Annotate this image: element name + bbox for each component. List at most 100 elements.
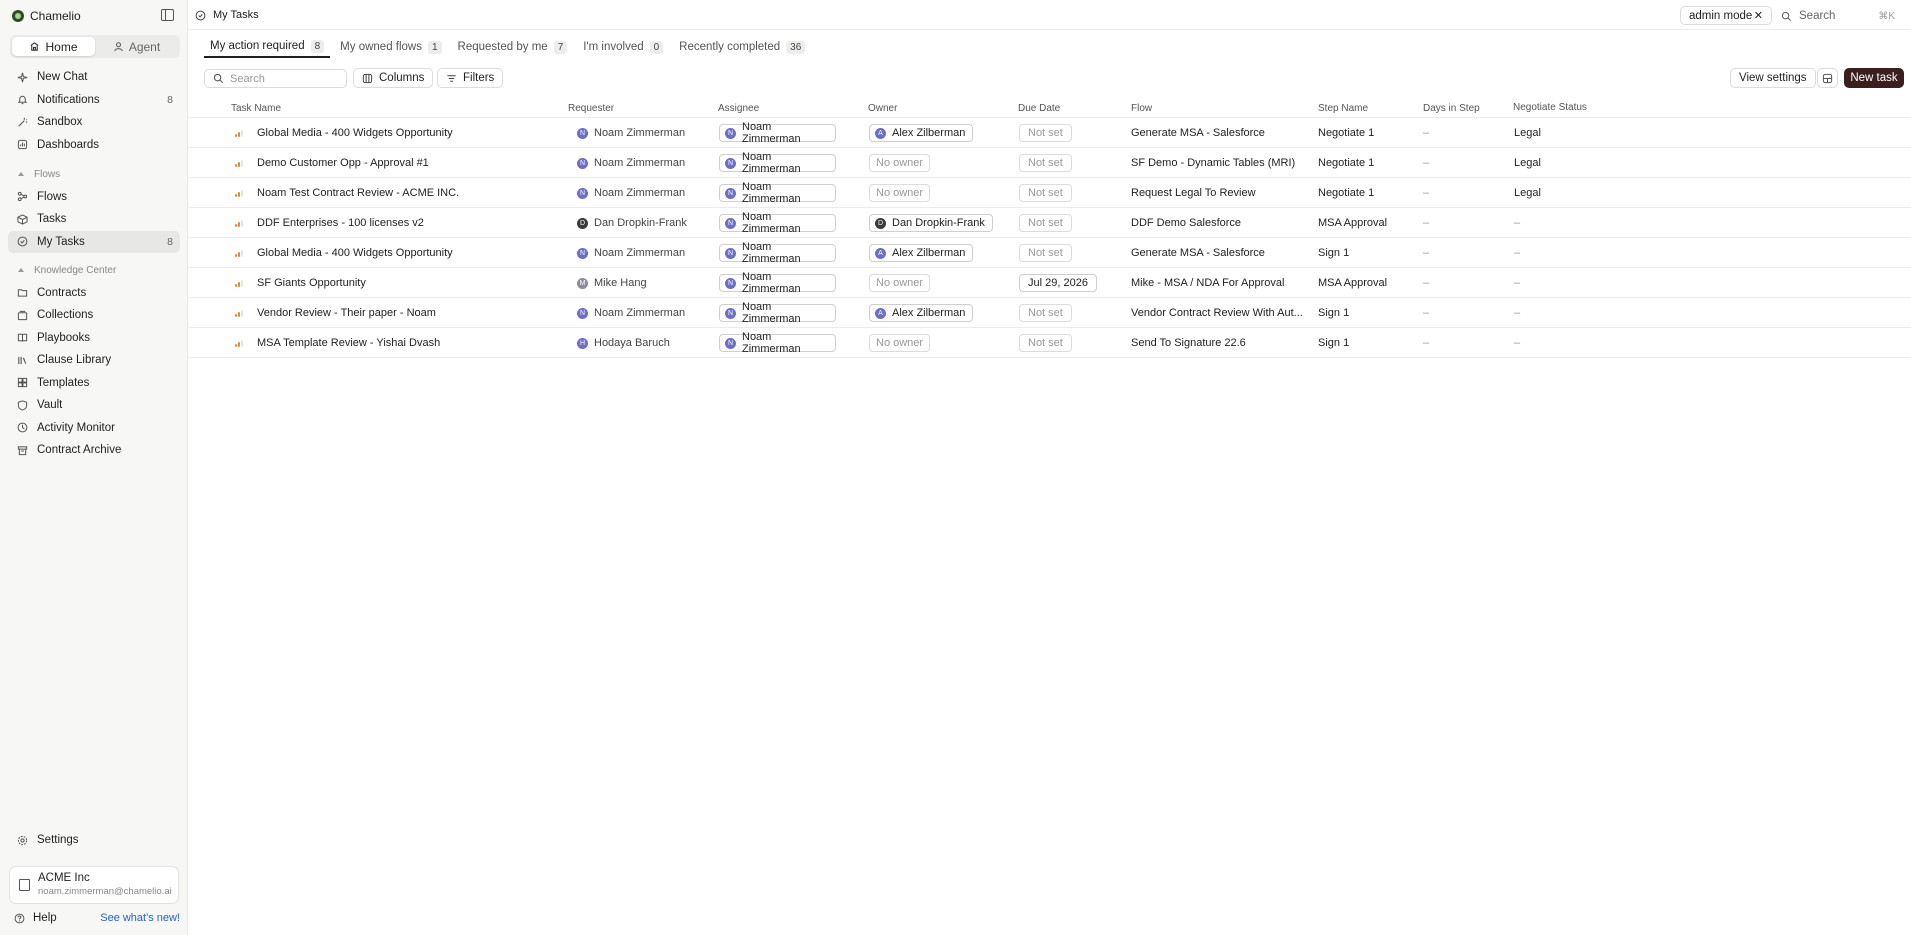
admin-mode-chip[interactable]: admin mode ✕ xyxy=(1680,6,1772,25)
tab-my-owned-flows[interactable]: My owned flows 1 xyxy=(334,36,447,58)
task-name[interactable]: Global Media - 400 Widgets Opportunity xyxy=(257,127,453,139)
due-date-chip[interactable]: Not set xyxy=(1019,184,1072,202)
section-flows[interactable]: Flows xyxy=(8,163,180,186)
due-date-chip[interactable]: Jul 29, 2026 xyxy=(1019,274,1097,292)
assignee-chip[interactable]: N Noam Zimmerman xyxy=(719,121,836,145)
due-date-chip[interactable]: Not set xyxy=(1019,154,1072,172)
column-header[interactable]: Task Name xyxy=(231,103,281,114)
new-task-button[interactable]: New task xyxy=(1844,68,1904,88)
sidebar-item-sandbox[interactable]: Sandbox xyxy=(8,111,180,134)
assignee-chip[interactable]: N Noam Zimmerman xyxy=(719,301,836,325)
flow-name[interactable]: DDF Demo Salesforce xyxy=(1131,217,1241,229)
sidebar-item-collections[interactable]: Collections xyxy=(8,304,180,327)
flow-name[interactable]: Generate MSA - Salesforce xyxy=(1131,247,1265,259)
tab-recently-completed[interactable]: Recently completed 36 xyxy=(673,36,811,58)
due-date-chip[interactable]: Not set xyxy=(1019,214,1072,232)
brand[interactable]: Chamelio xyxy=(12,9,81,23)
table-row[interactable]: Global Media - 400 Widgets Opportunity N N… xyxy=(189,118,1911,148)
assignee-chip[interactable]: N Noam Zimmerman xyxy=(719,241,836,265)
assignee-chip[interactable]: N Noam Zimmerman xyxy=(719,211,836,235)
whats-new-link[interactable]: See what's new! xyxy=(100,912,180,924)
assignee-chip[interactable]: N Noam Zimmerman xyxy=(719,271,836,295)
sidebar-item-tasks[interactable]: Tasks xyxy=(8,208,180,231)
help-link[interactable]: Help xyxy=(14,912,57,924)
table-row[interactable]: SF Giants Opportunity M Mike Hang N Noam Zim… xyxy=(189,268,1911,298)
close-icon[interactable]: ✕ xyxy=(1754,9,1763,22)
owner-chip[interactable]: No owner xyxy=(869,334,931,352)
task-name[interactable]: Demo Customer Opp - Approval #1 xyxy=(257,157,429,169)
task-name[interactable]: SF Giants Opportunity xyxy=(257,277,366,289)
assignee-chip[interactable]: N Noam Zimmerman xyxy=(719,151,836,175)
flow-name[interactable]: Request Legal To Review xyxy=(1131,187,1256,199)
table-row[interactable]: Global Media - 400 Widgets Opportunity N N… xyxy=(189,238,1911,268)
filters-button[interactable]: Filters xyxy=(437,68,504,88)
assignee-chip[interactable]: N Noam Zimmerman xyxy=(719,181,836,205)
column-header[interactable]: Assignee xyxy=(718,103,759,114)
task-search[interactable]: Search xyxy=(204,69,347,88)
sidebar-item-contracts[interactable]: Contracts xyxy=(8,282,180,305)
flow-name[interactable]: Generate MSA - Salesforce xyxy=(1131,127,1265,139)
task-name[interactable]: Global Media - 400 Widgets Opportunity xyxy=(257,247,453,259)
task-name[interactable]: Vendor Review - Their paper - Noam xyxy=(257,307,436,319)
table-row[interactable]: Noam Test Contract Review - ACME INC. N No… xyxy=(189,178,1911,208)
table-row[interactable]: Demo Customer Opp - Approval #1 N Noam Zim… xyxy=(189,148,1911,178)
sidebar-item-new-chat[interactable]: New Chat xyxy=(8,66,180,89)
flow-name[interactable]: Send To Signature 22.6 xyxy=(1131,337,1246,349)
sidebar-item-settings[interactable]: Settings xyxy=(8,829,180,852)
sidebar-item-notifications[interactable]: Notifications 8 xyxy=(8,89,180,112)
section-knowledge-center[interactable]: Knowledge Center xyxy=(8,259,180,282)
tab-my-action-required[interactable]: My action required 8 xyxy=(204,36,331,58)
avatar: D xyxy=(577,217,588,229)
task-name[interactable]: MSA Template Review - Yishai Dvash xyxy=(257,337,440,349)
owner-chip[interactable]: No owner xyxy=(869,274,931,292)
flow-name[interactable]: Vendor Contract Review With Aut... xyxy=(1131,307,1303,319)
sidebar-item-vault[interactable]: Vault xyxy=(8,394,180,417)
due-date-chip[interactable]: Not set xyxy=(1019,334,1072,352)
owner-chip[interactable]: D Dan Dropkin-Frank xyxy=(869,214,993,232)
due-date-chip[interactable]: Not set xyxy=(1019,244,1072,262)
sidebar-item-dashboards[interactable]: Dashboards xyxy=(8,134,180,157)
dashboard-icon xyxy=(15,138,29,152)
column-header[interactable]: Flow xyxy=(1131,103,1152,114)
sidebar-item-clause-library[interactable]: Clause Library xyxy=(8,349,180,372)
owner-chip[interactable]: A Alex Zilberman xyxy=(869,124,974,142)
flow-name[interactable]: Mike - MSA / NDA For Approval xyxy=(1131,277,1284,289)
owner-chip[interactable]: A Alex Zilberman xyxy=(869,244,974,262)
sidebar-toggle-icon[interactable] xyxy=(161,9,174,21)
columns-button[interactable]: Columns xyxy=(353,68,434,88)
days-in-step-cell: – xyxy=(1423,238,1429,268)
table-row[interactable]: MSA Template Review - Yishai Dvash H Hoday… xyxy=(189,328,1911,358)
owner-chip[interactable]: No owner xyxy=(869,184,931,202)
negotiate-status-cell: – xyxy=(1514,328,1520,358)
task-name[interactable]: Noam Test Contract Review - ACME INC. xyxy=(257,187,459,199)
table-row[interactable]: DDF Enterprises - 100 licenses v2 D Dan Dr… xyxy=(189,208,1911,238)
tab-requested-by-me[interactable]: Requested by me 7 xyxy=(452,36,574,58)
view-settings-button[interactable]: View settings xyxy=(1730,68,1816,88)
flow-name[interactable]: SF Demo - Dynamic Tables (MRI) xyxy=(1131,157,1295,169)
owner-chip[interactable]: A Alex Zilberman xyxy=(869,304,974,322)
sidebar-item-contract-archive[interactable]: Contract Archive xyxy=(8,439,180,462)
owner-chip[interactable]: No owner xyxy=(869,154,931,172)
table-row[interactable]: Vendor Review - Their paper - Noam N Noam … xyxy=(189,298,1911,328)
sidebar-item-templates[interactable]: Templates xyxy=(8,372,180,395)
task-name[interactable]: DDF Enterprises - 100 licenses v2 xyxy=(257,217,424,229)
layout-toggle-button[interactable] xyxy=(1817,68,1838,88)
org-switcher[interactable]: ACME Inc noam.zimmerman@chamelio.ai xyxy=(9,866,179,904)
global-search[interactable]: Search ⌘K xyxy=(1781,7,1895,25)
sidebar-item-activity-monitor[interactable]: Activity Monitor xyxy=(8,417,180,440)
column-header[interactable]: Due Date xyxy=(1018,103,1060,114)
column-header[interactable]: Days in Step xyxy=(1423,103,1480,114)
column-header[interactable]: Owner xyxy=(868,103,897,114)
column-header[interactable]: Negotiate Status xyxy=(1513,102,1587,113)
sidebar-item-playbooks[interactable]: Playbooks xyxy=(8,327,180,350)
due-date-chip[interactable]: Not set xyxy=(1019,304,1072,322)
sidebar-item-flows[interactable]: Flows xyxy=(8,186,180,209)
assignee-chip[interactable]: N Noam Zimmerman xyxy=(719,331,836,355)
mode-tab-agent[interactable]: Agent xyxy=(95,37,178,56)
due-date-chip[interactable]: Not set xyxy=(1019,124,1072,142)
sidebar-item-my-tasks[interactable]: My Tasks 8 xyxy=(8,230,180,253)
column-header[interactable]: Step Name xyxy=(1318,103,1368,114)
column-header[interactable]: Requester xyxy=(568,103,614,114)
tab-im-involved[interactable]: I'm involved 0 xyxy=(577,36,669,58)
mode-tab-home[interactable]: Home xyxy=(12,37,95,56)
